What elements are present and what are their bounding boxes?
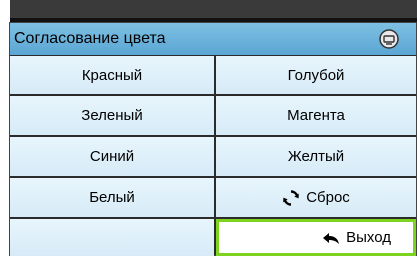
menu-item-blue[interactable]: Синий bbox=[10, 137, 214, 176]
menu-item-red[interactable]: Красный bbox=[10, 56, 214, 94]
menu-item-label: Магента bbox=[287, 107, 345, 124]
menu-item-label: Желтый bbox=[287, 148, 345, 165]
menu-item-exit[interactable]: Выход bbox=[216, 219, 416, 256]
menu-empty-cell bbox=[10, 219, 214, 256]
menu-item-cyan[interactable]: Голубой bbox=[216, 56, 416, 94]
reset-icon bbox=[283, 189, 299, 206]
menu-item-yellow[interactable]: Желтый bbox=[216, 137, 416, 176]
menu-item-magenta[interactable]: Магента bbox=[216, 96, 416, 135]
menu-item-reset[interactable]: Сброс bbox=[216, 178, 416, 217]
menu-item-label: Сброс bbox=[306, 189, 350, 206]
osd-frame: Согласование цвета Красный Голубой Зелен… bbox=[0, 0, 417, 256]
menu-item-label: Голубой bbox=[287, 66, 345, 84]
menu-title-bar: Согласование цвета bbox=[10, 23, 416, 56]
projector-icon bbox=[379, 29, 399, 49]
color-matching-menu: Согласование цвета Красный Голубой Зелен… bbox=[9, 22, 417, 256]
menu-item-label: Зеленый bbox=[81, 107, 143, 124]
menu-title: Согласование цвета bbox=[14, 30, 166, 47]
return-arrow-icon bbox=[323, 232, 340, 244]
menu-item-green[interactable]: Зеленый bbox=[10, 96, 214, 135]
menu-grid: Красный Голубой Зеленый Магента Синий Же… bbox=[10, 56, 416, 256]
menu-item-label: Белый bbox=[89, 189, 135, 206]
menu-item-label: Красный bbox=[81, 66, 143, 84]
menu-item-white[interactable]: Белый bbox=[10, 178, 214, 217]
menu-item-label: Выход bbox=[346, 229, 391, 246]
menu-item-label: Синий bbox=[89, 148, 135, 165]
